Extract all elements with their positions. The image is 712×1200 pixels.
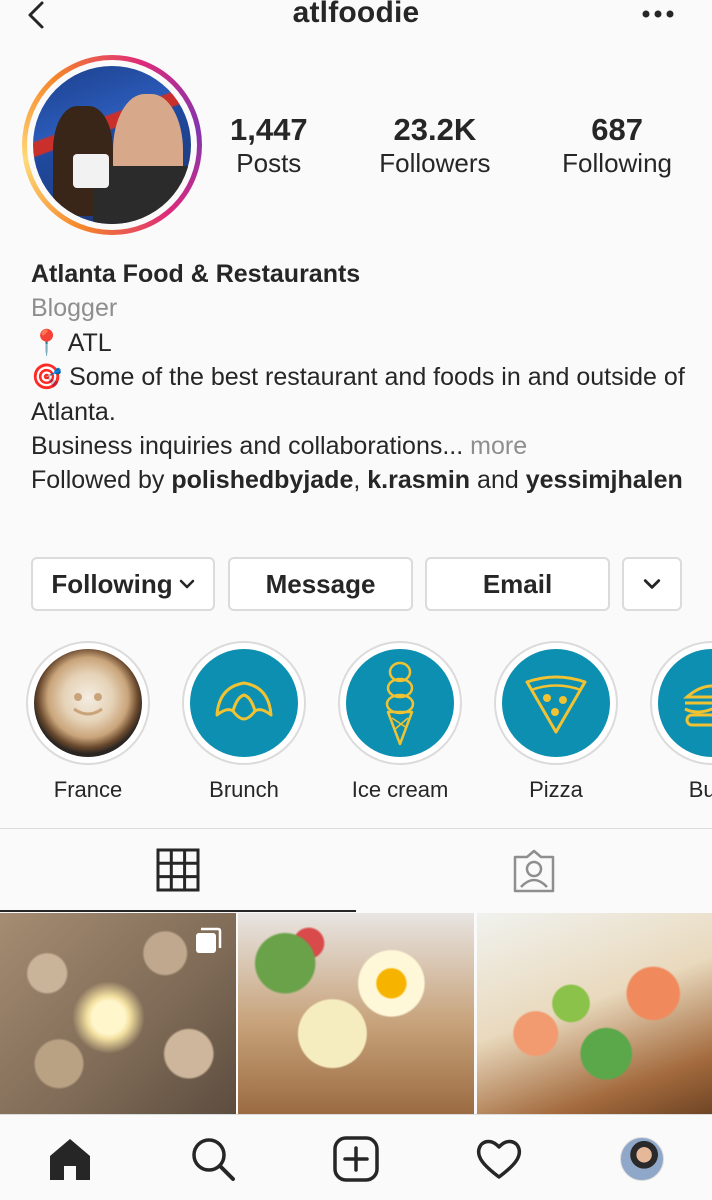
stat-label: Following [562, 148, 672, 178]
add-post-icon [333, 1136, 379, 1182]
followed-by-user-link[interactable]: k.rasmin [367, 466, 470, 494]
bio-business-text: Business inquiries and collaborations... [31, 432, 464, 461]
more-options-icon[interactable] [638, 2, 678, 26]
following-button-label: Following [51, 568, 173, 599]
nav-new-post[interactable] [332, 1135, 380, 1183]
bio-more-link[interactable]: more [470, 432, 527, 460]
bottom-navigation-bar [0, 1114, 712, 1200]
highlight-pizza[interactable]: Pizza [494, 641, 618, 801]
profile-avatar-story-ring[interactable] [22, 55, 202, 235]
profile-username-title: atlfoodie [292, 0, 420, 29]
highlight-france[interactable]: France [26, 641, 150, 801]
message-button[interactable]: Message [228, 557, 413, 611]
stat-value: 1,447 [230, 112, 308, 147]
email-button[interactable]: Email [425, 557, 610, 611]
followed-by-and: and [477, 466, 519, 495]
highlight-brunch[interactable]: Brunch [182, 641, 306, 801]
highlight-label: France [53, 777, 123, 801]
followed-by-user-link[interactable]: yessimjhalen [526, 466, 683, 494]
stat-posts[interactable]: 1,447 Posts [230, 112, 308, 178]
bio-description-line: 🎯 Some of the best restaurant and foods … [31, 363, 685, 426]
latte-art [73, 693, 103, 716]
stat-label: Posts [236, 148, 302, 178]
tagged-person-icon [513, 849, 555, 892]
profile-display-name: Atlanta Food & Restaurants [31, 260, 361, 288]
stat-value: 687 [591, 112, 643, 147]
post-thumbnail[interactable] [238, 913, 474, 1114]
profile-bio: Atlanta Food & Restaurants Blogger 📍 ATL… [31, 257, 691, 498]
nav-home[interactable] [46, 1135, 94, 1183]
nav-activity[interactable] [475, 1135, 523, 1183]
stat-followers[interactable]: 23.2K Followers [379, 112, 490, 178]
story-highlights: France Brunch Ice cream Pizza Bu [0, 641, 712, 801]
tab-tagged[interactable] [356, 829, 712, 912]
profile-stats: 1,447 Posts 23.2K Followers 687 Followin… [230, 112, 672, 178]
stat-value: 23.2K [393, 112, 477, 147]
followed-by-line: Followed by polishedbyjade, k.rasmin and… [31, 466, 683, 495]
following-button[interactable]: Following [31, 557, 215, 611]
highlight-label: Burg [688, 777, 712, 801]
ice-cream-cone-icon [385, 661, 415, 746]
post-thumbnail[interactable] [0, 913, 236, 1114]
bio-location-line: 📍 ATL [31, 328, 112, 357]
bio-business-line: Business inquiries and collaborations...… [31, 429, 691, 463]
followed-by-prefix: Followed by [31, 466, 165, 495]
nav-search[interactable] [189, 1135, 237, 1183]
carousel-multiple-icon [196, 927, 222, 953]
post-thumbnail[interactable] [477, 913, 712, 1114]
stat-following[interactable]: 687 Following [562, 112, 672, 178]
grid-icon [156, 848, 200, 891]
highlight-label: Ice cream [351, 777, 449, 801]
stat-label: Followers [379, 148, 491, 178]
highlight-label: Pizza [529, 777, 583, 801]
chevron-down-icon [643, 579, 661, 589]
home-icon [50, 1139, 90, 1180]
nav-profile[interactable] [618, 1135, 666, 1183]
search-icon [192, 1138, 235, 1181]
burger-icon [683, 684, 712, 727]
coffee-latte-photo [34, 649, 142, 757]
heart-icon [476, 1139, 522, 1179]
suggested-accounts-dropdown-button[interactable] [622, 557, 682, 611]
highlight-burger[interactable]: Burg [650, 641, 712, 801]
profile-content-tabs [0, 829, 712, 912]
posts-grid [0, 913, 712, 1114]
highlight-ice-cream[interactable]: Ice cream [338, 641, 462, 801]
profile-category: Blogger [31, 294, 118, 323]
profile-avatar [33, 66, 191, 224]
croissant-icon [215, 681, 273, 721]
tab-posts-grid[interactable] [0, 829, 356, 912]
chevron-down-icon [179, 579, 194, 589]
followed-by-user-link[interactable]: polishedbyjade [171, 466, 353, 494]
profile-avatar-small [620, 1137, 664, 1181]
pizza-slice-icon [525, 675, 587, 734]
top-bar: atlfoodie [0, 0, 712, 34]
highlight-label: Brunch [209, 777, 279, 801]
